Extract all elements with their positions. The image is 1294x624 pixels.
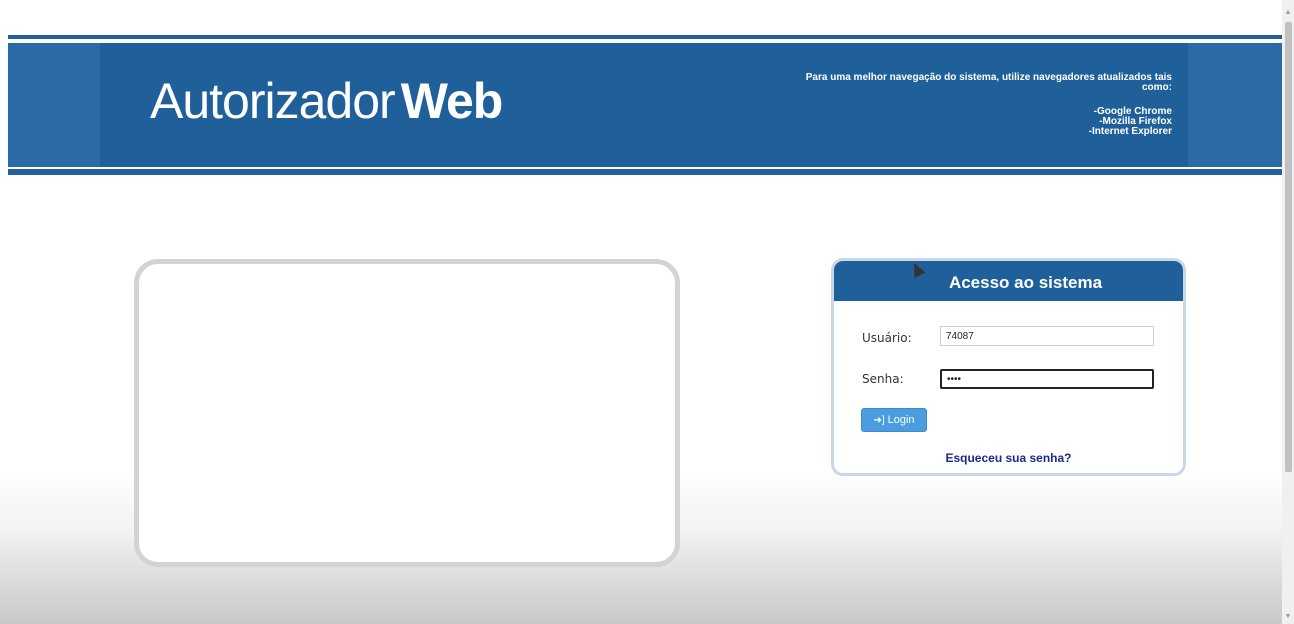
sign-in-icon: ➜] <box>873 415 885 426</box>
header-banner: Autorizador Web Para uma melhor navegação… <box>8 43 1282 167</box>
app-logo: Autorizador Web <box>150 71 504 131</box>
page-scrollbar[interactable]: ▲ ▼ <box>1282 0 1294 624</box>
header-inner: Autorizador Web Para uma melhor navegação… <box>100 43 1188 167</box>
logo-text-bold: Web <box>400 73 504 129</box>
scroll-down-arrow-icon[interactable]: ▼ <box>1282 610 1294 624</box>
forgot-password-link[interactable]: Esqueceu sua senha? <box>834 451 1183 465</box>
scrollbar-thumb[interactable] <box>1285 22 1292 472</box>
password-label: Senha: <box>862 372 904 386</box>
content-frame <box>134 259 680 567</box>
browser-note-text: Para uma melhor navegação do sistema, ut… <box>805 72 1172 93</box>
username-input[interactable] <box>940 326 1154 346</box>
login-button-label: Login <box>887 414 915 426</box>
browser-recommendation: Para uma melhor navegação do sistema, ut… <box>792 73 1172 137</box>
scroll-up-arrow-icon[interactable]: ▲ <box>1282 6 1294 20</box>
header-bottom-rule <box>8 169 1282 175</box>
password-input[interactable] <box>940 369 1154 389</box>
login-panel-title: Acesso ao sistema <box>834 261 1183 301</box>
login-button[interactable]: ➜] Login <box>861 408 927 432</box>
username-label: Usuário: <box>862 331 912 345</box>
login-panel: Acesso ao sistema Usuário: Senha: ➜]Logi… <box>831 258 1186 476</box>
browser-item-ie: -Internet Explorer <box>1088 126 1172 137</box>
logo-text-light: Autorizador <box>150 73 396 129</box>
header-top-rule <box>8 35 1282 39</box>
